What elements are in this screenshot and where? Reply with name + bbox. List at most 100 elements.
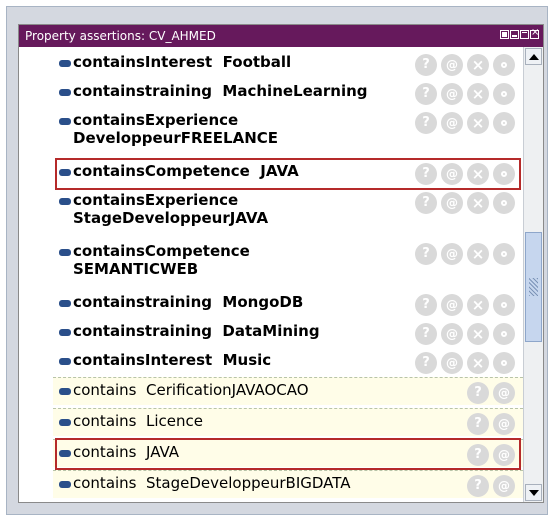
- menu-icon[interactable]: [500, 30, 509, 39]
- object-property-row[interactable]: containsCompetence SEMANTICWEB? @ ×: [53, 239, 523, 289]
- property-bullet-icon: [59, 358, 71, 365]
- panel-title: Property assertions: CV_AHMED: [25, 29, 216, 43]
- delete-icon[interactable]: ×: [467, 112, 489, 134]
- assertion-label: containsCompetence SEMANTICWEB: [73, 242, 250, 278]
- arrow-up-icon: [529, 54, 539, 60]
- maximize-icon[interactable]: [520, 30, 529, 39]
- assertion-label: containsExperience StageDeveloppeurJAVA: [73, 191, 269, 227]
- assertion-label: containsInterest Football: [73, 53, 292, 71]
- annotation-icon[interactable]: @: [441, 352, 463, 374]
- row-actions: ? @: [467, 382, 515, 404]
- annotation-icon[interactable]: @: [441, 112, 463, 134]
- assertion-label: containstraining MachineLearning: [73, 82, 368, 100]
- help-icon[interactable]: ?: [415, 243, 437, 265]
- delete-icon[interactable]: ×: [467, 323, 489, 345]
- help-icon[interactable]: ?: [467, 475, 489, 497]
- object-property-row[interactable]: containsExperience DeveloppeurFREELANCE?…: [53, 108, 523, 158]
- property-bullet-icon: [59, 300, 71, 307]
- delete-icon[interactable]: ×: [467, 83, 489, 105]
- row-actions: ? @ ×: [415, 352, 515, 374]
- scroll-up-button[interactable]: [525, 48, 542, 65]
- scroll-thumb[interactable]: [525, 232, 542, 342]
- property-assertions-panel: Property assertions: CV_AHMED containsIn…: [18, 24, 544, 503]
- property-bullet-icon: [59, 89, 71, 96]
- highlight-box: [55, 158, 521, 190]
- help-icon[interactable]: ?: [415, 192, 437, 214]
- property-bullet-icon: [59, 198, 71, 205]
- property-bullet-icon: [59, 419, 71, 426]
- object-property-row[interactable]: containsExperience StageDeveloppeurJAVA?…: [53, 188, 523, 238]
- grip-icon: [529, 278, 538, 296]
- edit-icon[interactable]: [493, 294, 515, 316]
- assertion-label: contains Licence: [73, 412, 204, 430]
- delete-icon[interactable]: ×: [467, 54, 489, 76]
- property-bullet-icon: [59, 249, 71, 256]
- assertion-label: containstraining MongoDB: [73, 293, 304, 311]
- help-icon[interactable]: ?: [467, 413, 489, 435]
- assertion-label: containsExperience DeveloppeurFREELANCE: [73, 111, 279, 147]
- delete-icon[interactable]: ×: [467, 352, 489, 374]
- annotation-icon[interactable]: @: [493, 382, 515, 404]
- row-actions: ? @: [467, 475, 515, 497]
- edit-icon[interactable]: [493, 54, 515, 76]
- annotation-icon[interactable]: @: [441, 294, 463, 316]
- object-property-row[interactable]: containstraining DataMining? @ ×: [53, 319, 523, 347]
- delete-icon[interactable]: ×: [467, 243, 489, 265]
- edit-icon[interactable]: [493, 323, 515, 345]
- close-icon[interactable]: [530, 26, 539, 40]
- help-icon[interactable]: ?: [415, 323, 437, 345]
- delete-icon[interactable]: ×: [467, 192, 489, 214]
- row-actions: ? @ ×: [415, 192, 515, 214]
- object-property-row[interactable]: containsInterest Music? @ ×: [53, 348, 523, 376]
- edit-icon[interactable]: [493, 112, 515, 134]
- data-property-row[interactable]: contains StageDeveloppeurBIGDATA? @: [53, 470, 523, 498]
- assertion-label: containstraining DataMining: [73, 322, 320, 340]
- annotation-icon[interactable]: @: [493, 475, 515, 497]
- help-icon[interactable]: ?: [415, 54, 437, 76]
- data-property-row[interactable]: contains CerificationJAVAOCAO? @: [53, 377, 523, 405]
- edit-icon[interactable]: [493, 83, 515, 105]
- arrow-down-icon: [529, 490, 539, 496]
- help-icon[interactable]: ?: [415, 112, 437, 134]
- assertion-label: containsInterest Music: [73, 351, 272, 369]
- annotation-icon[interactable]: @: [441, 323, 463, 345]
- edit-icon[interactable]: [493, 243, 515, 265]
- row-actions: ? @ ×: [415, 294, 515, 316]
- object-property-row[interactable]: containsInterest Football? @ ×: [53, 50, 523, 78]
- assertion-list: containsInterest Football? @ × containstrai…: [19, 47, 523, 502]
- property-bullet-icon: [59, 481, 71, 488]
- data-property-row[interactable]: contains Licence? @: [53, 408, 523, 436]
- help-icon[interactable]: ?: [415, 352, 437, 374]
- property-bullet-icon: [59, 329, 71, 336]
- row-actions: ? @ ×: [415, 323, 515, 345]
- property-bullet-icon: [59, 388, 71, 395]
- property-bullet-icon: [59, 118, 71, 125]
- property-bullet-icon: [59, 60, 71, 67]
- help-icon[interactable]: ?: [415, 294, 437, 316]
- window-controls: [500, 26, 539, 40]
- highlight-box: [55, 438, 521, 470]
- edit-icon[interactable]: [493, 352, 515, 374]
- annotation-icon[interactable]: @: [441, 192, 463, 214]
- panel-title-bar: Property assertions: CV_AHMED: [19, 25, 543, 47]
- assertion-label: contains StageDeveloppeurBIGDATA: [73, 474, 351, 492]
- row-actions: ? @ ×: [415, 112, 515, 134]
- annotation-icon[interactable]: @: [493, 413, 515, 435]
- minimize-icon[interactable]: [510, 30, 519, 39]
- row-actions: ? @ ×: [415, 54, 515, 76]
- annotation-icon[interactable]: @: [441, 83, 463, 105]
- assertion-label: contains CerificationJAVAOCAO: [73, 381, 309, 399]
- row-actions: ? @ ×: [415, 83, 515, 105]
- edit-icon[interactable]: [493, 192, 515, 214]
- row-actions: ? @: [467, 413, 515, 435]
- help-icon[interactable]: ?: [415, 83, 437, 105]
- object-property-row[interactable]: containstraining MongoDB? @ ×: [53, 290, 523, 318]
- object-property-row[interactable]: containstraining MachineLearning? @ ×: [53, 79, 523, 107]
- annotation-icon[interactable]: @: [441, 54, 463, 76]
- annotation-icon[interactable]: @: [441, 243, 463, 265]
- row-actions: ? @ ×: [415, 243, 515, 265]
- delete-icon[interactable]: ×: [467, 294, 489, 316]
- scroll-down-button[interactable]: [525, 484, 542, 501]
- vertical-scrollbar[interactable]: [523, 47, 543, 502]
- help-icon[interactable]: ?: [467, 382, 489, 404]
